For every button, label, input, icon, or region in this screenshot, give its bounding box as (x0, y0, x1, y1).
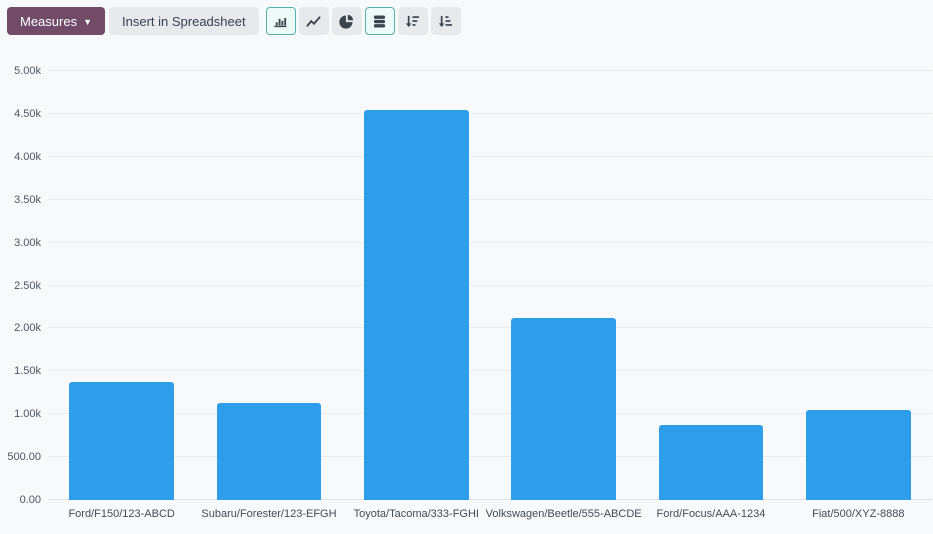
x-axis-category-label: Ford/F150/123-ABCD (68, 508, 174, 520)
y-axis-tick-label: 3.00k (14, 237, 41, 249)
line-chart-icon (306, 14, 321, 29)
y-axis-tick-label: 5.00k (14, 65, 41, 77)
chart-controls-group (266, 7, 461, 35)
y-axis-tick-label: 2.50k (14, 280, 41, 292)
sort-descending-button[interactable] (398, 7, 428, 35)
y-axis-tick-label: 2.00k (14, 322, 41, 334)
pie-chart-mode-button[interactable] (332, 7, 362, 35)
line-chart-mode-button[interactable] (299, 7, 329, 35)
bar-1[interactable] (69, 382, 174, 500)
y-axis-tick-label: 4.50k (14, 108, 41, 120)
x-axis-category-label: Ford/Focus/AAA-1234 (657, 508, 766, 520)
x-axis-category-label: Fiat/500/XYZ-8888 (812, 508, 904, 520)
category-slot: Volkswagen/Beetle/555-ABCDE (490, 71, 637, 500)
category-slot: Subaru/Forester/123-EFGH (195, 71, 342, 500)
sort-asc-icon (438, 14, 453, 29)
pie-chart-icon (339, 14, 354, 29)
y-axis-tick-label: 0.00 (20, 494, 41, 506)
x-axis-category-label: Volkswagen/Beetle/555-ABCDE (486, 508, 642, 520)
database-icon (372, 14, 387, 29)
y-axis-tick-label: 1.50k (14, 365, 41, 377)
sort-desc-icon (405, 14, 420, 29)
caret-down-icon: ▼ (83, 18, 92, 27)
category-slot: Toyota/Tacoma/333-FGHI (343, 71, 490, 500)
y-axis-tick-label: 4.00k (14, 151, 41, 163)
bar-4[interactable] (511, 318, 616, 500)
sort-ascending-button[interactable] (431, 7, 461, 35)
plot-area: 0.00500.001.00k1.50k2.00k2.50k3.00k3.50k… (48, 71, 932, 500)
category-slot: Ford/F150/123-ABCD (48, 71, 195, 500)
measures-button-label: Measures (20, 14, 77, 29)
insert-in-spreadsheet-button[interactable]: Insert in Spreadsheet (109, 7, 259, 35)
bar-chart: 0.00 500.00 1.00k 1.50k 2.00k 2.50k 3.00k 3.50k… (0, 40, 933, 534)
y-axis-tick-label: 1.00k (14, 408, 41, 420)
y-axis-tick-label: 500.00 (7, 451, 41, 463)
measures-button[interactable]: Measures ▼ (7, 7, 105, 35)
x-axis-category-label: Toyota/Tacoma/333-FGHI (354, 508, 479, 520)
bar-6[interactable] (806, 410, 911, 500)
bar-2[interactable] (217, 403, 322, 500)
bar-3[interactable] (364, 110, 469, 500)
bar-chart-mode-button[interactable] (266, 7, 296, 35)
insert-in-spreadsheet-label: Insert in Spreadsheet (122, 14, 246, 29)
toolbar: Measures ▼ Insert in Spreadsheet (7, 6, 933, 36)
category-slot: Fiat/500/XYZ-8888 (785, 71, 932, 500)
x-axis-category-label: Subaru/Forester/123-EFGH (201, 508, 336, 520)
bars-container: Ford/F150/123-ABCDSubaru/Forester/123-EF… (48, 71, 932, 500)
bar-chart-icon (273, 14, 288, 29)
bar-5[interactable] (659, 425, 764, 501)
category-slot: Ford/Focus/AAA-1234 (637, 71, 784, 500)
y-axis-tick-label: 3.50k (14, 194, 41, 206)
stacked-toggle-button[interactable] (365, 7, 395, 35)
